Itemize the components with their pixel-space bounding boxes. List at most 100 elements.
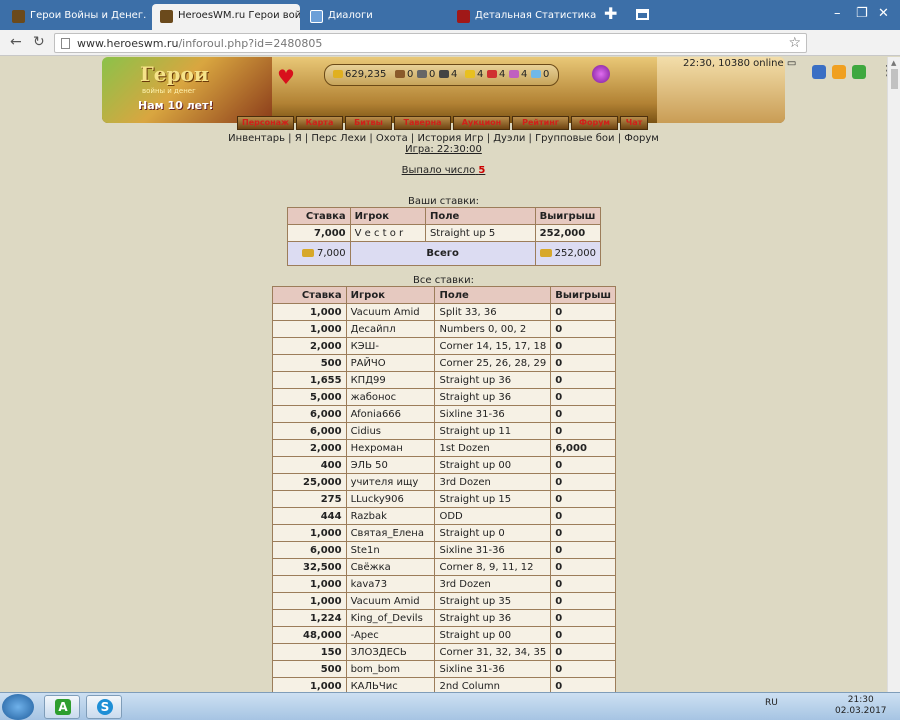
table-row: 48,000 -Apec Straight up 00 0	[272, 626, 616, 644]
player-name[interactable]: LLucky906	[345, 490, 436, 508]
page-scrollbar[interactable]: ▲	[887, 57, 900, 692]
player-name[interactable]: КПД99	[345, 371, 436, 389]
header-field: Поле	[434, 286, 552, 304]
tab-search-icon[interactable]	[636, 9, 649, 20]
sub-navigation[interactable]: Инвентарь | Я | Перс Лехи | Охота | Исто…	[0, 133, 887, 144]
player-name[interactable]: Нехроман	[345, 439, 436, 457]
url-path: /inforoul.php?id=2480805	[178, 37, 323, 50]
win-amount: 0	[550, 371, 616, 389]
game-time-link[interactable]: Игра: 22:30:00	[0, 144, 887, 155]
menu-battles[interactable]: Битвы	[345, 116, 392, 130]
browser-tab-bar: Герои Войны и Денег. Онлайн HeroesWM.ru …	[0, 0, 900, 30]
taskbar-app-skype[interactable]: S	[86, 695, 122, 719]
bet-field: Straight up 15	[434, 490, 552, 508]
player-name[interactable]: Cidius	[345, 422, 436, 440]
player-name[interactable]: V e c t o r	[349, 224, 426, 242]
online-counter: 22:30, 10380 online ▭	[683, 58, 797, 69]
gold-icon	[333, 70, 343, 78]
menu-map[interactable]: Карта	[296, 116, 343, 130]
player-name[interactable]: Святая_Елена	[345, 524, 436, 542]
win-amount: 0	[550, 405, 616, 423]
total-row: 7,000 Всего 252,000	[287, 241, 602, 266]
extension-icon[interactable]	[812, 65, 826, 79]
player-name[interactable]: Vacuum Amid	[345, 303, 436, 321]
diamonds-amount: 0	[531, 69, 549, 80]
win-amount: 0	[550, 456, 616, 474]
close-icon[interactable]: ✕	[878, 6, 889, 21]
header-player: Игрок	[349, 207, 426, 225]
player-name[interactable]: ЭЛЬ 50	[345, 456, 436, 474]
minimize-icon[interactable]: –	[834, 6, 841, 21]
reload-icon[interactable]: ↻	[33, 34, 45, 50]
player-name[interactable]: kava73	[345, 575, 436, 593]
new-tab-icon[interactable]: ✚	[604, 6, 617, 22]
bet-field: 3rd Dozen	[434, 575, 552, 593]
extension-icon[interactable]	[852, 65, 866, 79]
total-bet: 7,000	[316, 248, 346, 259]
bet-field: Sixline 31-36	[434, 660, 552, 678]
menu-rating[interactable]: Рейтинг	[512, 116, 569, 130]
menu-auction[interactable]: Аукцион	[453, 116, 510, 130]
roulette-result: Выпало число 5	[401, 165, 486, 176]
table-row: 1,000 Vacuum Amid Split 33, 36 0	[272, 303, 616, 321]
site-logo[interactable]: Герои войны и денег Нам 10 лет!	[102, 57, 272, 123]
bet-field: Straight up 0	[434, 524, 552, 542]
scroll-up-icon[interactable]: ▲	[891, 59, 896, 67]
player-name[interactable]: учителя ищу	[345, 473, 436, 491]
gems-amount: 4	[509, 69, 527, 80]
system-clock[interactable]: 21:30 02.03.2017	[835, 695, 887, 717]
scrollbar-thumb[interactable]	[891, 69, 898, 89]
player-name[interactable]: КЭШ-	[345, 337, 436, 355]
bet-amount: 1,000	[272, 524, 347, 542]
taskbar-app-android[interactable]: A	[44, 695, 80, 719]
menu-character[interactable]: Персонаж	[237, 116, 294, 130]
browser-tab-2[interactable]: HeroesWM.ru Герои войны и д	[152, 4, 300, 30]
player-name[interactable]: -Apec	[345, 626, 436, 644]
player-name[interactable]: РАЙЧО	[345, 354, 436, 372]
player-name[interactable]: Afonia666	[345, 405, 436, 423]
bet-field: Sixline 31-36	[434, 405, 552, 423]
menu-forum[interactable]: Форум	[571, 116, 618, 130]
table-row: 1,000 kava73 3rd Dozen 0	[272, 575, 616, 593]
windows-start-icon[interactable]	[2, 694, 34, 720]
table-row: 1,000 Святая_Елена Straight up 00	[272, 524, 616, 542]
bet-amount: 48,000	[272, 626, 347, 644]
player-name[interactable]: Razbak	[345, 507, 436, 525]
tab-title: Детальная Статистика Рулетка	[475, 10, 597, 21]
table-row: 500 bom_bom Sixline 31-36 0	[272, 660, 616, 678]
player-name[interactable]: ЗЛОЗДЕСЬ	[345, 643, 436, 661]
table-row: 2,000 КЭШ- Corner 14, 15, 17, 18 0	[272, 337, 616, 355]
back-arrow-icon[interactable]: ←	[10, 34, 22, 50]
menu-chat[interactable]: Чат	[620, 116, 648, 130]
bet-amount: 275	[272, 490, 347, 508]
player-name[interactable]: Vacuum Amid	[345, 592, 436, 610]
bet-amount: 25,000	[272, 473, 347, 491]
menu-tavern[interactable]: Таверна	[394, 116, 451, 130]
win-amount: 0	[550, 592, 616, 610]
extension-icon[interactable]	[832, 65, 846, 79]
language-indicator[interactable]: RU	[765, 698, 778, 708]
player-name[interactable]: King_of_Devils	[345, 609, 436, 627]
gems-icon	[509, 70, 519, 78]
table-row: 1,000 Vacuum Amid Straight up 35 0	[272, 592, 616, 610]
browser-tab-3[interactable]: Диалоги	[302, 4, 447, 30]
maximize-icon[interactable]: ❐	[856, 6, 868, 21]
total-label: Всего	[349, 241, 536, 266]
tab-title: Диалоги	[328, 10, 373, 21]
player-name[interactable]: bom_bom	[345, 660, 436, 678]
win-amount: 252,000	[534, 224, 602, 242]
tab-title: Герои Войны и Денег. Онлайн	[30, 10, 150, 21]
browser-tab-4[interactable]: Детальная Статистика Рулетка	[449, 4, 597, 30]
browser-tab-1[interactable]: Герои Войны и Денег. Онлайн	[4, 4, 150, 30]
logo-subtitle: войны и денег	[142, 87, 196, 95]
win-amount: 0	[550, 320, 616, 338]
win-amount: 0	[550, 626, 616, 644]
player-name[interactable]: жабонос	[345, 388, 436, 406]
bet-amount: 400	[272, 456, 347, 474]
address-bar[interactable]: www.heroeswm.ru/inforoul.php?id=2480805 …	[54, 33, 807, 53]
player-name[interactable]: Ste1n	[345, 541, 436, 559]
player-name[interactable]: Десайпл	[345, 320, 436, 338]
bet-field: Split 33, 36	[434, 303, 552, 321]
bookmark-star-icon[interactable]: ☆	[788, 35, 801, 51]
player-name[interactable]: Свёжка	[345, 558, 436, 576]
